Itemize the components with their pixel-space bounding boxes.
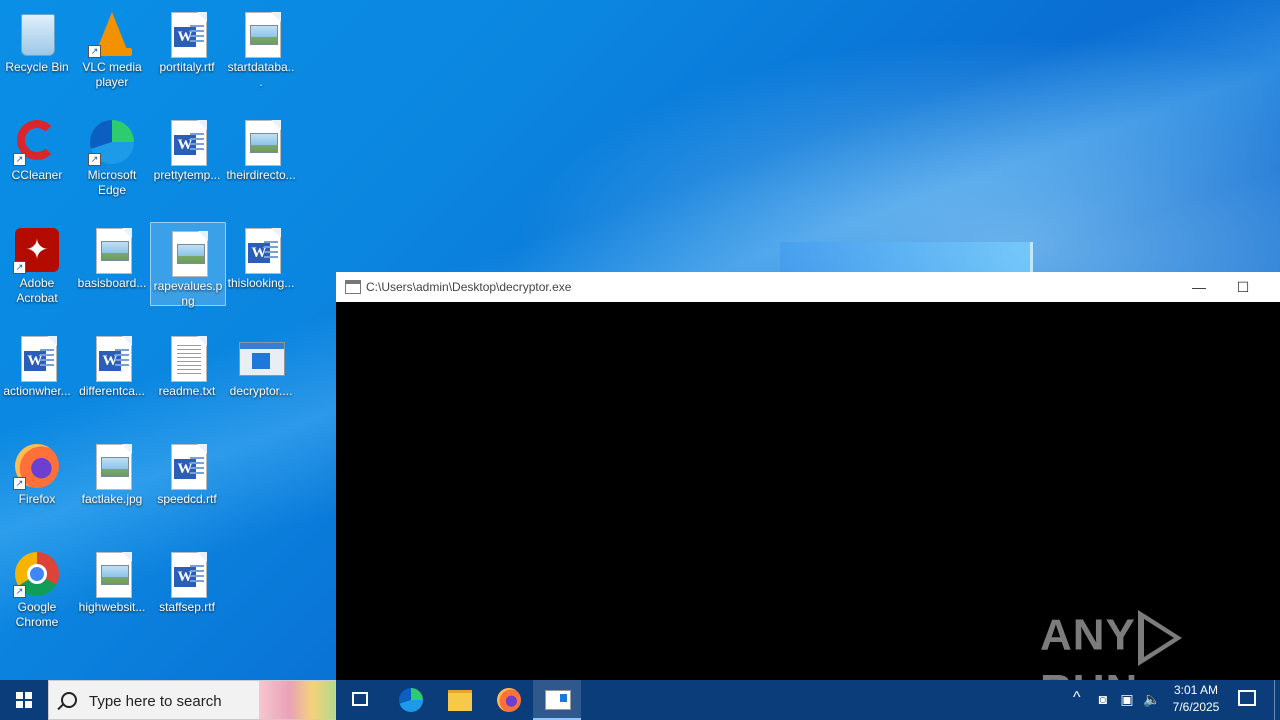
desktop-icon-ccleaner[interactable]: ↗ CCleaner: [0, 112, 74, 212]
desktop-icon-prettytemp[interactable]: W prettytemp...: [150, 112, 224, 212]
desktop-icon-basisboard[interactable]: basisboard...: [75, 220, 149, 320]
firefox-icon: [497, 688, 521, 712]
desktop-icon-speedcd[interactable]: W speedcd.rtf: [150, 436, 224, 536]
search-placeholder: Type here to search: [89, 693, 222, 710]
console-app-icon: [345, 280, 361, 294]
shortcut-arrow-icon: ↗: [13, 477, 26, 490]
volume-icon[interactable]: 🔈: [1143, 691, 1160, 707]
anyrun-watermark: ANY RUN: [1040, 610, 1280, 680]
play-triangle-icon: [1137, 610, 1182, 666]
shortcut-arrow-icon: ↗: [13, 153, 26, 166]
desktop-icon-recycle-bin[interactable]: Recycle Bin: [0, 4, 74, 104]
image-file-icon: [101, 457, 129, 477]
start-button[interactable]: [0, 680, 48, 720]
desktop-icon-vlc[interactable]: ↗ VLC media player: [75, 4, 149, 104]
taskbar-firefox-button[interactable]: [485, 680, 533, 720]
shortcut-arrow-icon: ↗: [88, 45, 101, 58]
desktop-icon-microsoft-edge[interactable]: ↗ Microsoft Edge: [75, 112, 149, 212]
windows-logo-icon: [16, 692, 32, 708]
folder-icon: [448, 690, 472, 711]
desktop-icon-adobe-acrobat[interactable]: ✦ ↗ Adobe Acrobat: [0, 220, 74, 320]
task-view-button[interactable]: [336, 680, 384, 720]
desktop-icon-staffsep[interactable]: W staffsep.rtf: [150, 544, 224, 644]
desktop-icon-rapevalues[interactable]: rapevalues.png: [150, 222, 226, 308]
watermark-left-text: ANY: [1040, 610, 1136, 660]
show-desktop-button[interactable]: [1274, 680, 1280, 720]
edge-icon: [399, 688, 423, 712]
desktop-icon-theirdirecto[interactable]: theirdirecto...: [224, 112, 298, 212]
image-file-icon: [101, 241, 129, 261]
console-title: C:\Users\admin\Desktop\decryptor.exe: [366, 280, 572, 294]
console-window[interactable]: C:\Users\admin\Desktop\decryptor.exe — ☐…: [336, 272, 1280, 680]
image-file-icon: [250, 133, 278, 153]
desktop-icon-firefox[interactable]: ↗ Firefox: [0, 436, 74, 536]
text-file-icon: [177, 345, 201, 375]
desktop-icon-thislooking[interactable]: W thislooking...: [224, 220, 298, 320]
minimize-button[interactable]: —: [1176, 272, 1222, 302]
recycle-bin-icon: [21, 14, 55, 56]
desktop-icon-google-chrome[interactable]: ↗ Google Chrome: [0, 544, 74, 644]
desktop-icon-highwebsit[interactable]: highwebsit...: [75, 544, 149, 644]
image-file-icon: [250, 25, 278, 45]
desktop-icon-portitaly[interactable]: W portitaly.rtf: [150, 4, 224, 104]
console-app-icon: [545, 690, 571, 710]
desktop-icon-differentca[interactable]: W differentca...: [75, 328, 149, 428]
shortcut-arrow-icon: ↗: [13, 585, 26, 598]
desktop-icon-readme[interactable]: readme.txt: [150, 328, 224, 428]
task-view-icon: [352, 692, 368, 706]
search-icon: [61, 692, 77, 708]
network-icon[interactable]: ▣: [1119, 691, 1135, 707]
watermark-right-text: RUN: [1040, 666, 1138, 680]
maximize-button[interactable]: ☐: [1220, 272, 1266, 302]
system-clock[interactable]: 3:01 AM 7/6/2025: [1166, 682, 1226, 716]
desktop[interactable]: Recycle Bin ↗ CCleaner ✦ ↗ Adobe Acrobat …: [0, 0, 1280, 680]
console-titlebar[interactable]: C:\Users\admin\Desktop\decryptor.exe — ☐: [336, 272, 1280, 302]
executable-icon: [239, 342, 285, 376]
show-hidden-icons-button[interactable]: [1070, 680, 1086, 720]
notification-center-icon[interactable]: [1238, 690, 1256, 706]
meet-now-icon[interactable]: ◙: [1095, 691, 1111, 707]
taskbar-edge-button[interactable]: [387, 680, 435, 720]
clock-time: 3:01 AM: [1173, 683, 1219, 697]
clock-date: 7/6/2025: [1172, 700, 1220, 714]
desktop-icon-actionwher[interactable]: W actionwher...: [0, 328, 74, 428]
shortcut-arrow-icon: ↗: [88, 153, 101, 166]
taskbar-file-explorer-button[interactable]: [436, 680, 484, 720]
desktop-icon-factlake[interactable]: factlake.jpg: [75, 436, 149, 536]
taskbar-console-button[interactable]: [533, 680, 581, 720]
search-box[interactable]: Type here to search: [48, 680, 336, 720]
image-file-icon: [177, 244, 205, 264]
image-file-icon: [101, 565, 129, 585]
taskbar: Type here to search ◙ ▣ 🔈 3:01 AM 7/6/20…: [0, 680, 1280, 720]
desktop-icon-decryptor[interactable]: decryptor....: [224, 328, 298, 428]
desktop-icon-startdataba[interactable]: startdataba...: [224, 4, 298, 104]
search-highlight-art: [259, 681, 335, 719]
shortcut-arrow-icon: ↗: [13, 261, 26, 274]
